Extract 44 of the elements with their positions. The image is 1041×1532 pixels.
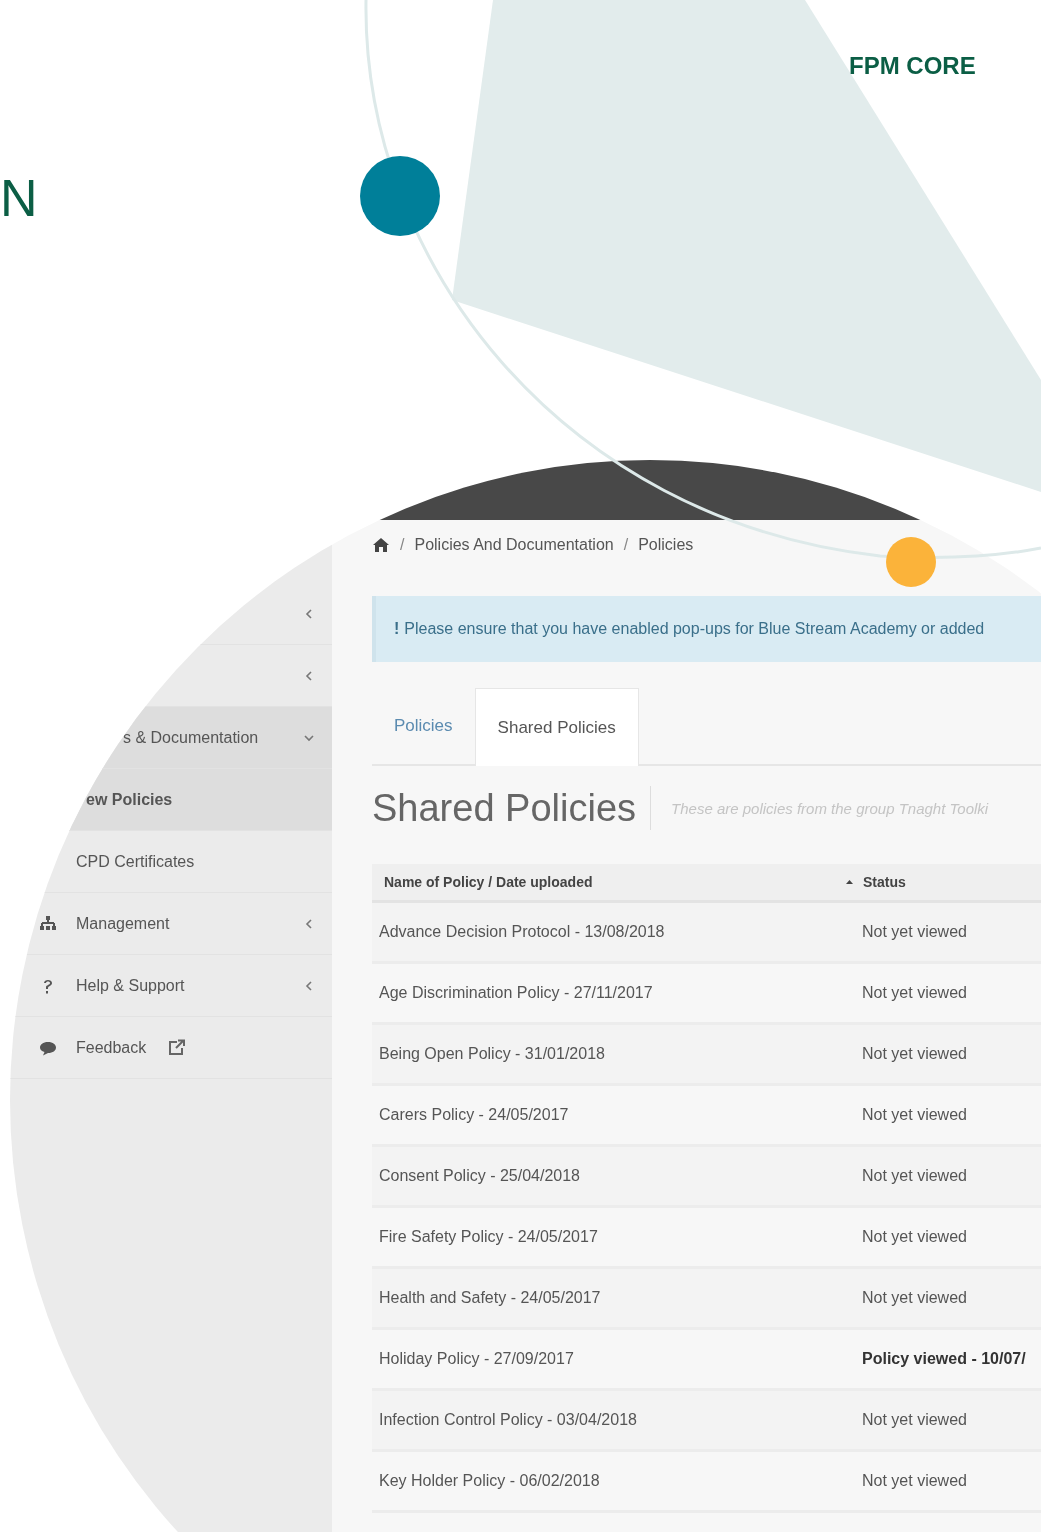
nav-label: Management (76, 914, 170, 933)
policy-status: Not yet viewed (862, 1472, 967, 1490)
column-header[interactable]: Status (863, 874, 906, 890)
nav-label: Help & Support (76, 976, 185, 995)
sitemap-icon (40, 915, 56, 932)
policy-status: Not yet viewed (862, 984, 967, 1002)
alert-banner: ! Please ensure that you have enabled pop-ups for Blue Stream Academy or added (372, 596, 1041, 662)
policy-name: Health and Safety - 24/05/2017 (378, 1289, 602, 1307)
policy-name: Key Holder Policy - 06/02/2018 (378, 1472, 601, 1490)
policy-name: Age Discrimination Policy - 27/11/2017 (378, 984, 654, 1002)
policy-status: Not yet viewed (862, 1045, 967, 1063)
policy-name: Carers Policy - 24/05/2017 (378, 1106, 570, 1124)
product-title: FPM CORE (849, 52, 976, 80)
page-title: Shared Policies (372, 786, 652, 830)
policy-status: Not yet viewed (862, 1411, 967, 1429)
accent-dot (886, 537, 936, 587)
column-header[interactable]: Name of Policy / Date uploaded (372, 874, 832, 890)
nav-label: ew Policies (86, 790, 173, 809)
home-icon[interactable] (372, 537, 390, 553)
policy-name: Being Open Policy - 31/01/2018 (378, 1045, 606, 1063)
nav-item[interactable]: Feedback (0, 1017, 332, 1079)
nav-label: CPD Certificates (76, 852, 195, 871)
breadcrumb-link[interactable]: Policies (638, 536, 694, 554)
policy-status: Policy viewed - 10/07/ (862, 1350, 1026, 1368)
tab[interactable]: Shared Policies (474, 688, 639, 766)
tab[interactable]: Policies (372, 688, 475, 764)
policy-status: Not yet viewed (862, 1228, 967, 1246)
breadcrumb-separator: / (400, 536, 405, 554)
policy-name: Holiday Policy - 27/09/2017 (378, 1350, 575, 1368)
policy-status: Not yet viewed (862, 923, 967, 941)
policy-status: Not yet viewed (862, 1167, 967, 1185)
breadcrumb-link[interactable]: Policies And Documentation (414, 536, 614, 554)
policy-name: Advance Decision Protocol - 13/08/2018 (378, 923, 666, 941)
nav-label: s & Documentation (123, 728, 259, 747)
policy-status: Not yet viewed (862, 1289, 967, 1307)
sort-up-icon[interactable] (846, 879, 853, 885)
policy-status: Not yet viewed (862, 1106, 967, 1124)
policy-name: Infection Control Policy - 03/04/2018 (378, 1411, 638, 1429)
policy-name: Consent Policy - 25/04/2018 (378, 1167, 581, 1185)
breadcrumb-separator: / (623, 536, 629, 554)
nav-label: Feedback (76, 1038, 147, 1057)
heading-fragment: N (0, 168, 38, 228)
policy-name: Fire Safety Policy - 24/05/2017 (378, 1228, 599, 1246)
speech-bubble-icon (40, 1039, 56, 1056)
